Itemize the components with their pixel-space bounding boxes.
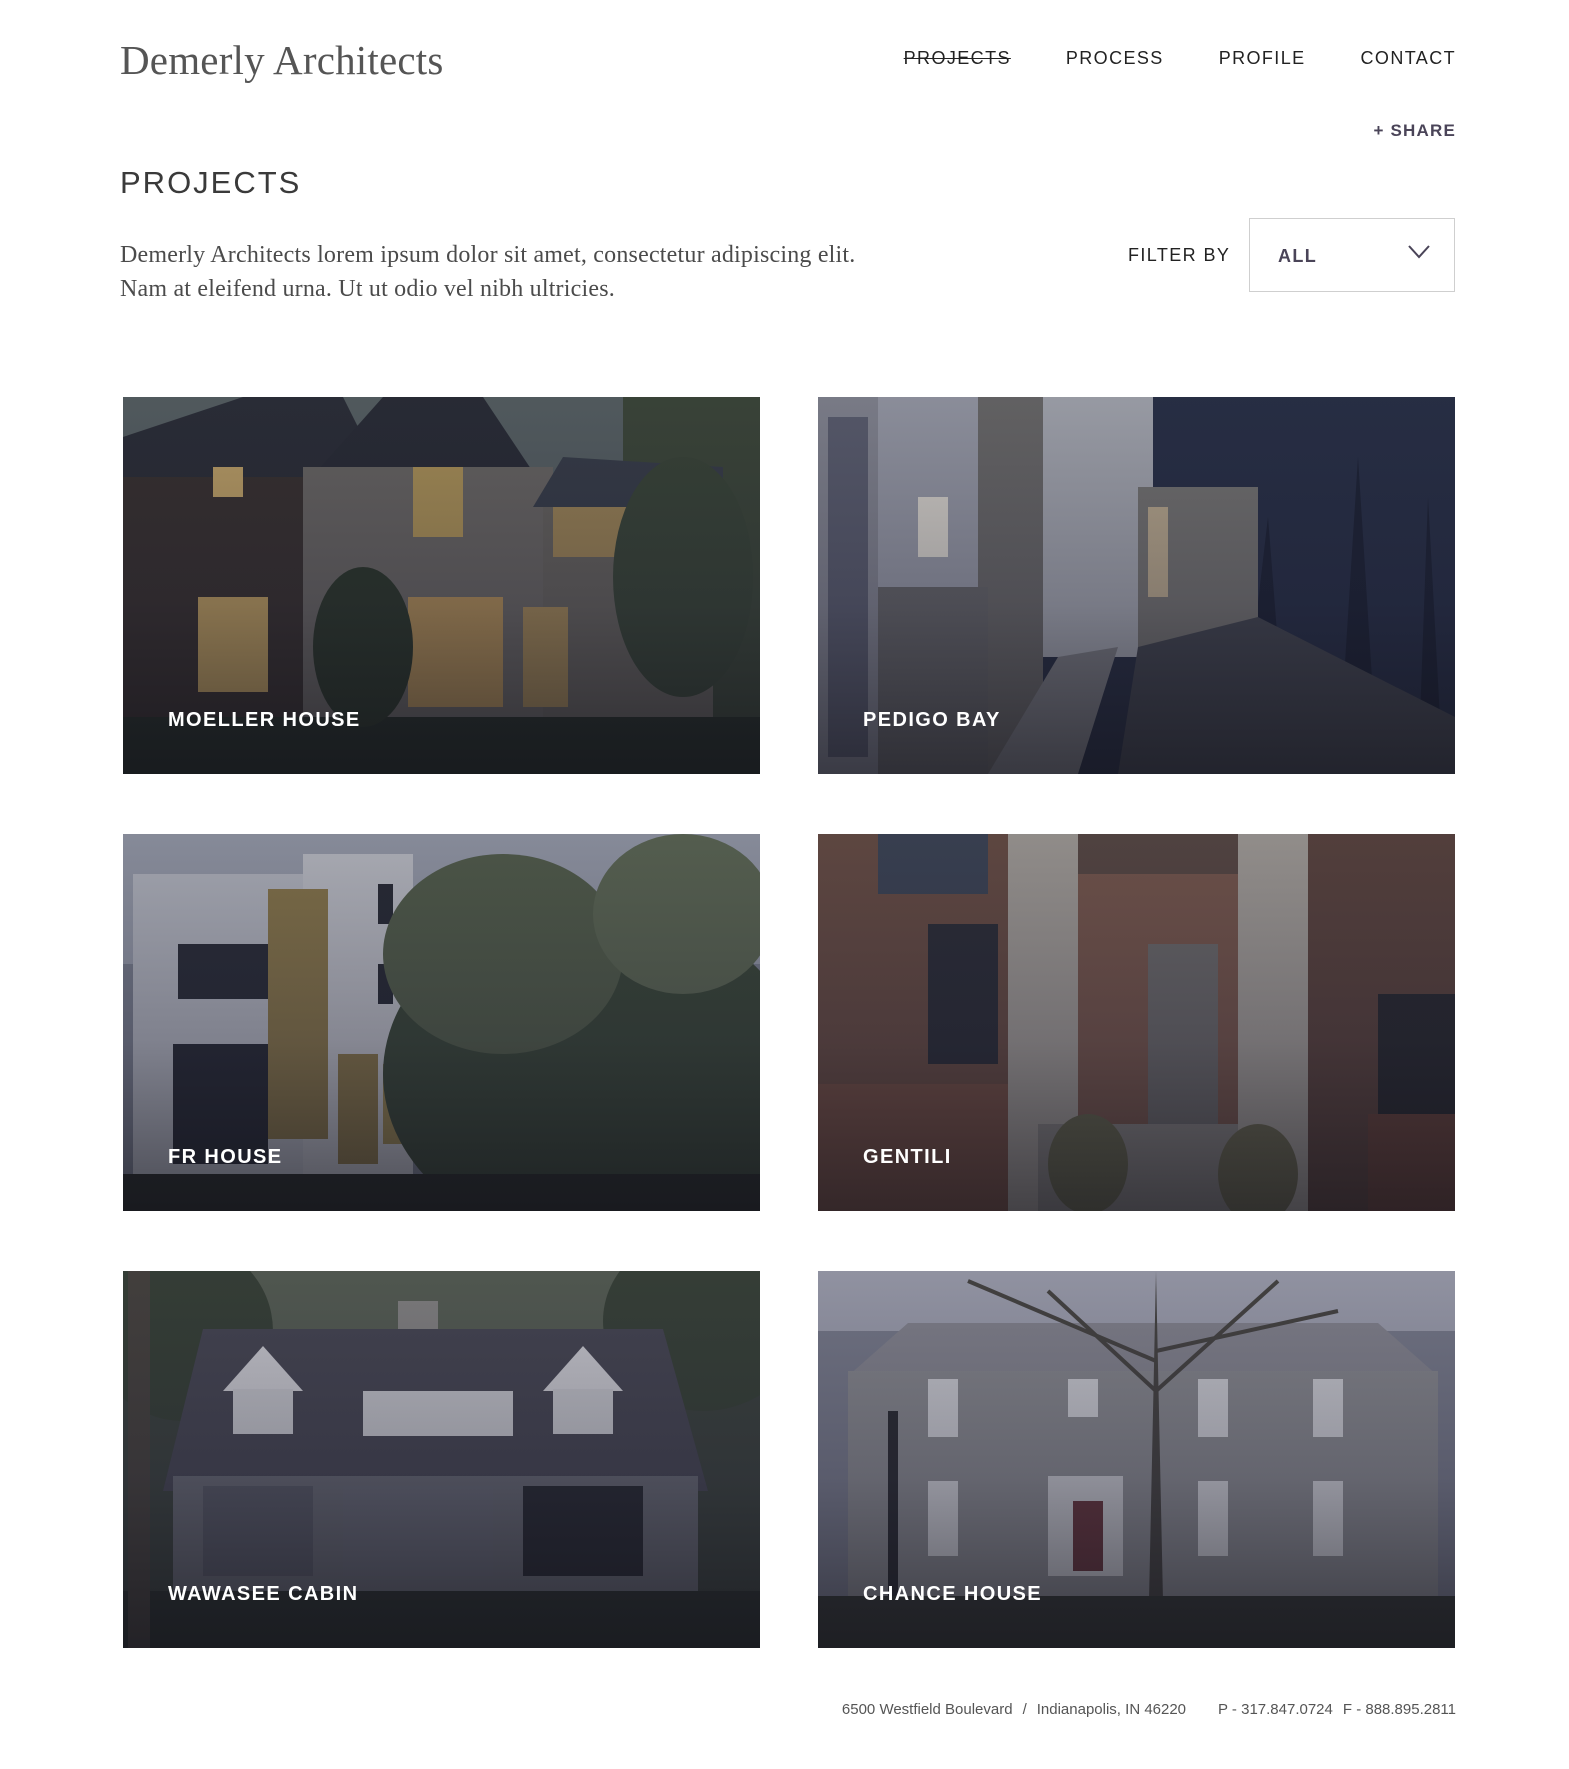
nav-projects[interactable]: PROJECTS: [904, 48, 1011, 69]
nav-process[interactable]: PROCESS: [1066, 48, 1164, 69]
page-title: PROJECTS: [120, 165, 302, 200]
chevron-down-icon: [1408, 245, 1430, 259]
footer-separator: /: [1022, 1701, 1027, 1718]
project-title: GENTILI: [863, 1146, 952, 1168]
site-logo[interactable]: Demerly Architects: [120, 36, 444, 84]
project-title: WAWASEE CABIN: [168, 1583, 359, 1605]
project-card-pedigo-bay[interactable]: PEDIGO BAY: [818, 397, 1455, 774]
footer-spacer: [1333, 1701, 1343, 1718]
filter-label: FILTER BY: [1128, 245, 1231, 265]
project-title: CHANCE HOUSE: [863, 1583, 1043, 1605]
project-title: PEDIGO BAY: [863, 709, 1001, 731]
filter-dropdown[interactable]: ALL: [1249, 218, 1455, 292]
footer-spacer: [1186, 1701, 1218, 1718]
project-card-moeller-house[interactable]: MOELLER HOUSE: [123, 397, 760, 774]
project-card-wawasee-cabin[interactable]: WAWASEE CABIN: [123, 1271, 760, 1648]
project-card-fr-house[interactable]: FR HOUSE: [123, 834, 760, 1211]
intro-text: Demerly Architects lorem ipsum dolor sit…: [120, 242, 856, 302]
filter-selected-value: ALL: [1278, 246, 1318, 266]
project-title: MOELLER HOUSE: [168, 709, 361, 731]
main-nav: PROJECTS PROCESS PROFILE CONTACT: [904, 48, 1456, 69]
project-title: FR HOUSE: [168, 1146, 283, 1168]
footer-city: Indianapolis, IN 46220: [1036, 1701, 1187, 1718]
nav-profile[interactable]: PROFILE: [1219, 48, 1306, 69]
footer-phone[interactable]: P - 317.847.0724: [1218, 1701, 1333, 1718]
project-card-gentili[interactable]: GENTILI: [818, 834, 1455, 1211]
nav-contact[interactable]: CONTACT: [1361, 48, 1456, 69]
footer-street: 6500 Westfield Boulevard: [841, 1701, 1013, 1718]
project-card-chance-house[interactable]: CHANCE HOUSE: [818, 1271, 1455, 1648]
footer-fax: F - 888.895.2811: [1342, 1701, 1456, 1718]
share-button[interactable]: + SHARE: [1373, 121, 1456, 141]
footer-contact: 6500 Westfield Boulevard / Indianapolis,…: [842, 1701, 1456, 1718]
